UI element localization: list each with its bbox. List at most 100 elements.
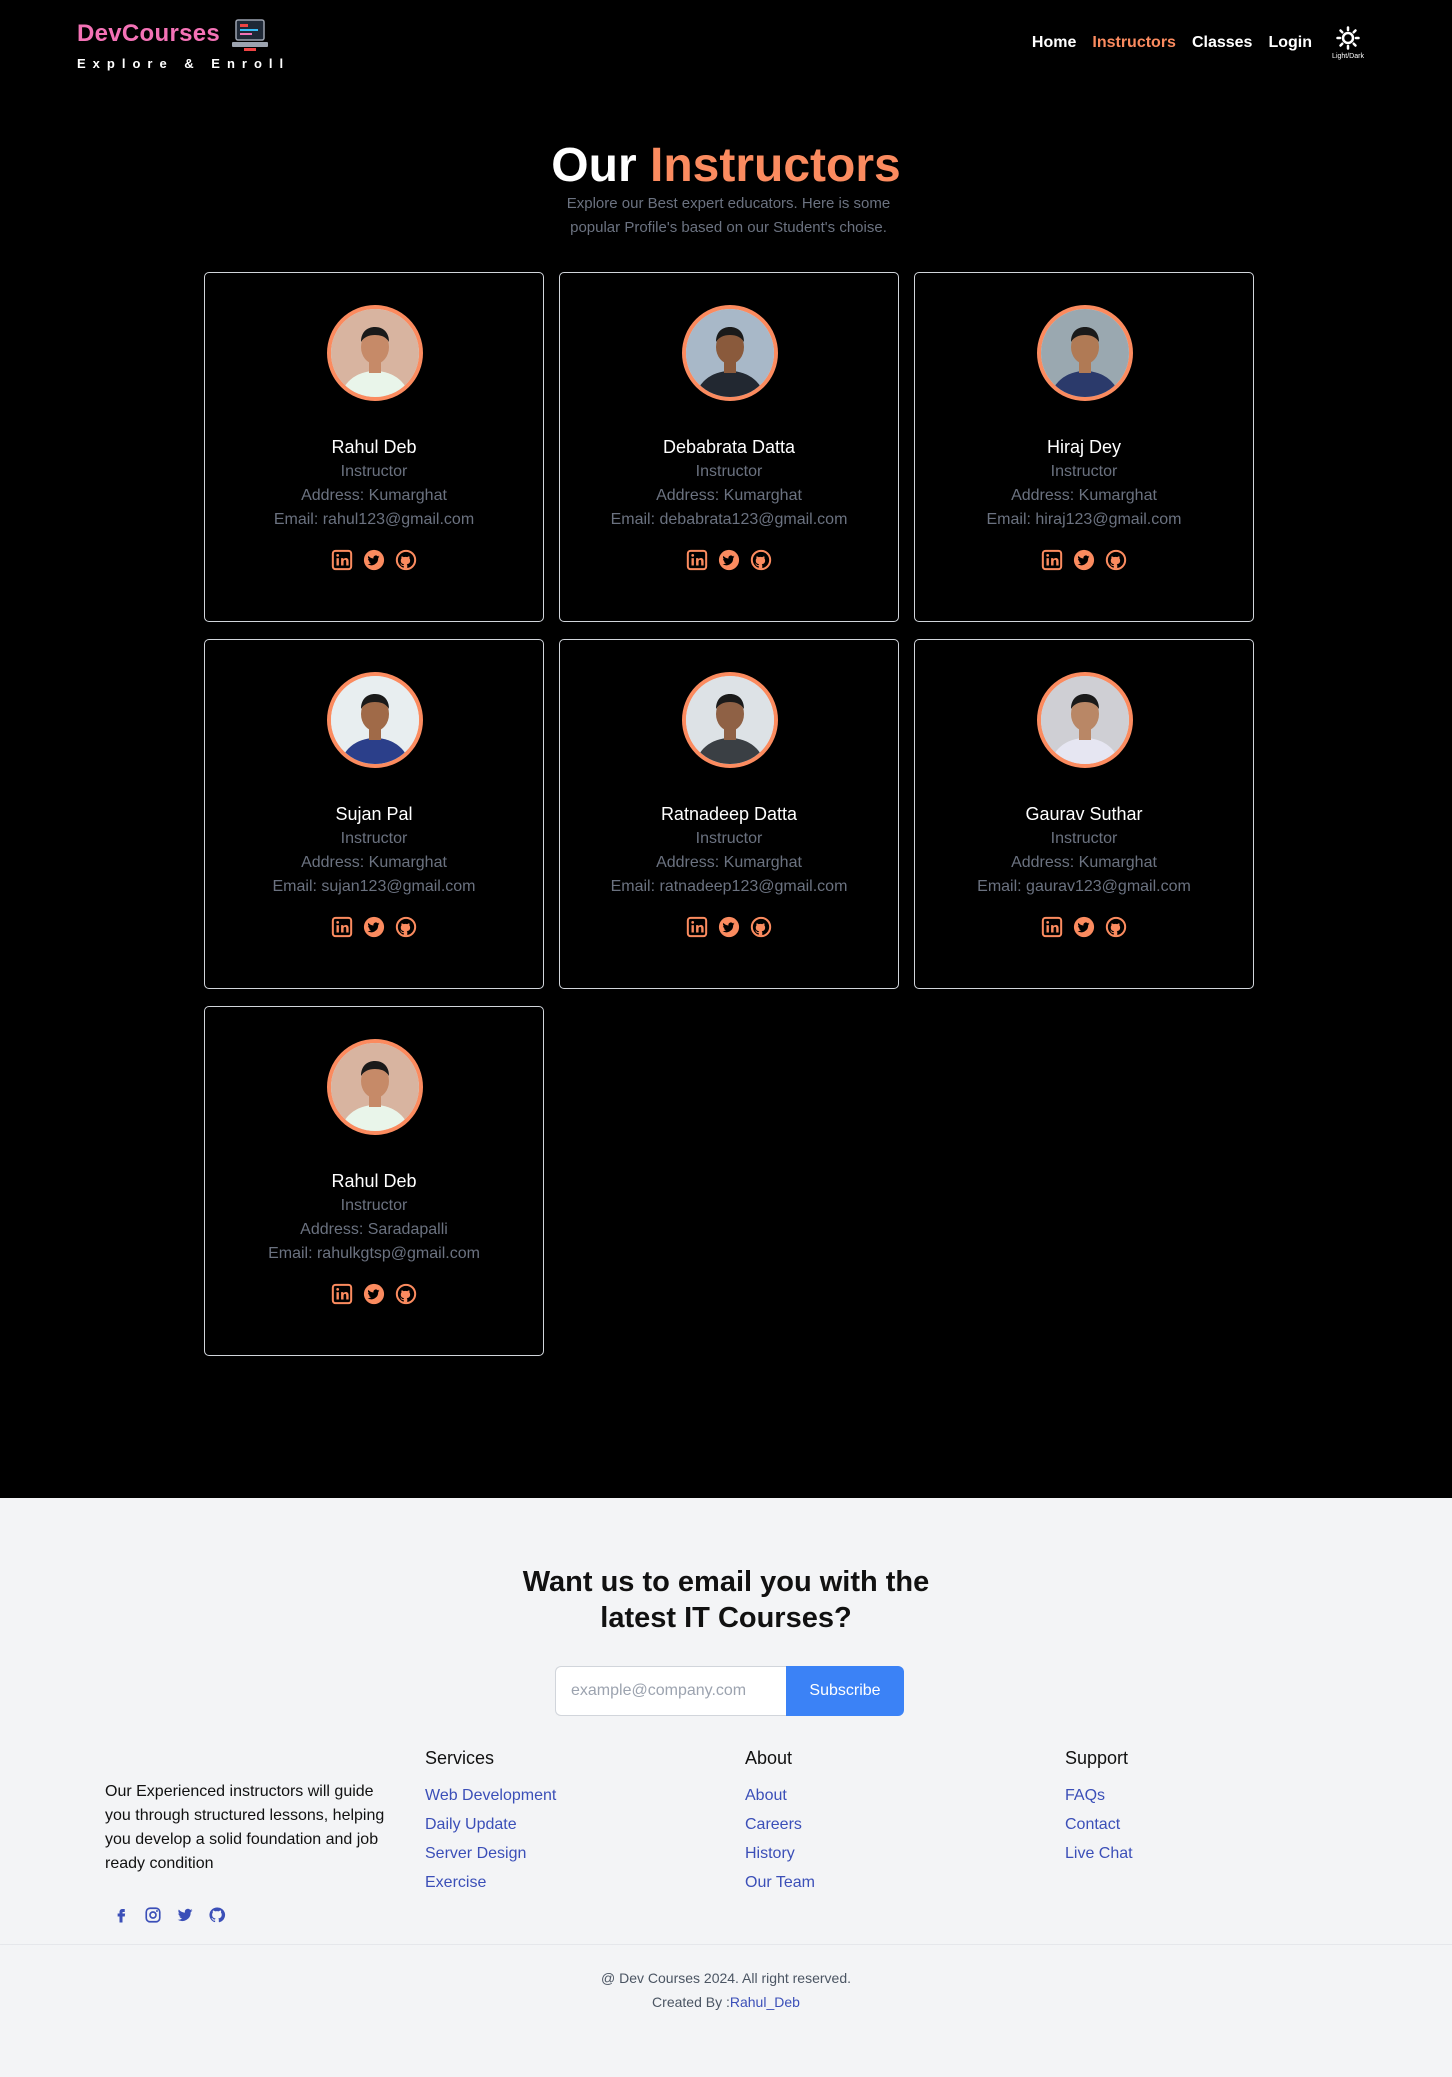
link-web-development[interactable]: Web Development — [425, 1787, 556, 1805]
nav-classes[interactable]: Classes — [1192, 34, 1253, 52]
instructor-social-links — [915, 549, 1253, 571]
linkedin-icon[interactable] — [1041, 916, 1063, 938]
link-careers[interactable]: Careers — [745, 1816, 815, 1834]
instructor-email: Email: sujan123@gmail.com — [272, 878, 476, 895]
instructor-email: Email: rahulkgtsp@gmail.com — [268, 1245, 480, 1262]
instructor-role: Instructor — [695, 830, 763, 847]
avatar — [327, 1039, 423, 1135]
instructor-name: Hiraj Dey — [1046, 437, 1121, 457]
avatar — [327, 672, 423, 768]
twitter-icon[interactable] — [363, 916, 385, 938]
link-exercise[interactable]: Exercise — [425, 1874, 556, 1892]
instructor-address: Address: Kumarghat — [656, 854, 802, 871]
instructor-email: Email: hiraj123@gmail.com — [986, 511, 1182, 528]
instructor-social-links — [205, 916, 543, 938]
nav-home[interactable]: Home — [1032, 34, 1076, 52]
github-icon[interactable] — [395, 916, 417, 938]
laptop-logo-icon — [230, 18, 270, 54]
page-subtitle: Explore our Best expert educators. Here … — [566, 195, 891, 236]
linkedin-icon[interactable] — [686, 916, 708, 938]
footer-column-about: About About Careers History Our Team — [745, 1748, 815, 1903]
newsletter-title: Want us to email you with the latest IT … — [0, 1564, 1452, 1636]
instructor-role: Instructor — [1050, 463, 1118, 480]
twitter-icon[interactable] — [718, 916, 740, 938]
twitter-icon[interactable] — [363, 549, 385, 571]
facebook-icon[interactable] — [112, 1906, 130, 1924]
link-contact[interactable]: Contact — [1065, 1816, 1133, 1834]
avatar — [1037, 305, 1133, 401]
instructor-name: Rahul Deb — [331, 437, 417, 457]
subscribe-button[interactable]: Subscribe — [786, 1666, 904, 1716]
footer-about-text: Our Experienced instructors will guide y… — [105, 1783, 385, 1872]
main-nav: Home Instructors Classes Login — [1032, 34, 1312, 52]
credit-prefix: Created By : — [652, 1994, 730, 2010]
instructor-email: Email: debabrata123@gmail.com — [610, 511, 848, 528]
instructor-role: Instructor — [1050, 830, 1118, 847]
nav-login[interactable]: Login — [1268, 34, 1312, 52]
link-daily-update[interactable]: Daily Update — [425, 1816, 556, 1834]
github-icon[interactable] — [1105, 916, 1127, 938]
twitter-icon[interactable] — [718, 549, 740, 571]
instructor-card: Gaurav Suthar Instructor Address: Kumargha… — [914, 639, 1254, 989]
nav-instructors[interactable]: Instructors — [1092, 34, 1176, 52]
column-title: About — [745, 1748, 793, 1768]
linkedin-icon[interactable] — [331, 916, 353, 938]
github-icon[interactable] — [395, 549, 417, 571]
instructor-address: Address: Kumarghat — [301, 854, 447, 871]
email-field[interactable] — [555, 1666, 786, 1716]
instructor-card: Rahul Deb Instructor Address: Saradapalli E… — [204, 1006, 544, 1356]
linkedin-icon[interactable] — [686, 549, 708, 571]
github-icon[interactable] — [750, 549, 772, 571]
link-live-chat[interactable]: Live Chat — [1065, 1845, 1133, 1863]
instructor-address: Address: Kumarghat — [301, 487, 447, 504]
title-accent: Instructors — [649, 139, 901, 192]
avatar — [682, 672, 778, 768]
credit-author-link[interactable]: Rahul_Deb — [730, 1994, 800, 2010]
title-prefix: Our — [551, 139, 637, 192]
instructor-address: Address: Saradapalli — [300, 1221, 448, 1238]
github-icon[interactable] — [1105, 549, 1127, 571]
instructor-name: Ratnadeep Datta — [660, 804, 798, 824]
instagram-icon[interactable] — [144, 1906, 162, 1924]
avatar — [1037, 672, 1133, 768]
theme-toggle-button[interactable]: Light/Dark — [1328, 26, 1368, 66]
newsletter-line-1: Want us to email you with the — [522, 1566, 930, 1598]
linkedin-icon[interactable] — [1041, 549, 1063, 571]
theme-toggle-label: Light/Dark — [1332, 53, 1364, 60]
instructor-card: Rahul Deb Instructor Address: Kumarghat Ema… — [204, 272, 544, 622]
link-history[interactable]: History — [745, 1845, 815, 1863]
column-title: Support — [1065, 1748, 1129, 1768]
instructor-card: Ratnadeep Datta Instructor Address: Kumarg… — [559, 639, 899, 989]
twitter-icon[interactable] — [1073, 549, 1095, 571]
github-icon[interactable] — [208, 1906, 226, 1924]
credit-line: Created By :Rahul_Deb — [0, 1994, 1452, 2010]
link-about[interactable]: About — [745, 1787, 815, 1805]
twitter-icon[interactable] — [363, 1283, 385, 1305]
instructor-email: Email: ratnadeep123@gmail.com — [610, 878, 848, 895]
link-server-design[interactable]: Server Design — [425, 1845, 556, 1863]
instructor-address: Address: Kumarghat — [1011, 487, 1157, 504]
copyright-text: @ Dev Courses 2024. All right reserved. — [601, 1970, 851, 1986]
github-icon[interactable] — [750, 916, 772, 938]
instructor-role: Instructor — [695, 463, 763, 480]
sun-icon — [1336, 26, 1360, 50]
column-title: Services — [425, 1748, 495, 1768]
linkedin-icon[interactable] — [331, 549, 353, 571]
instructor-address: Address: Kumarghat — [656, 487, 802, 504]
avatar — [682, 305, 778, 401]
instructor-social-links — [560, 549, 898, 571]
linkedin-icon[interactable] — [331, 1283, 353, 1305]
instructor-name: Gaurav Suthar — [1025, 804, 1143, 824]
github-icon[interactable] — [395, 1283, 417, 1305]
brand-tagline: Explore & Enroll — [77, 56, 291, 71]
instructor-social-links — [560, 916, 898, 938]
newsletter-line-2: latest IT Courses? — [600, 1602, 852, 1634]
twitter-icon[interactable] — [176, 1906, 194, 1924]
site-header: DevCourses Explore & Enroll Home Instruc… — [0, 0, 1452, 100]
twitter-icon[interactable] — [1073, 916, 1095, 938]
link-our-team[interactable]: Our Team — [745, 1874, 815, 1892]
instructor-card: Sujan Pal Instructor Address: Kumarghat Ema… — [204, 639, 544, 989]
instructor-social-links — [205, 1283, 543, 1305]
instructor-email: Email: gaurav123@gmail.com — [977, 878, 1191, 895]
link-faqs[interactable]: FAQs — [1065, 1787, 1133, 1805]
